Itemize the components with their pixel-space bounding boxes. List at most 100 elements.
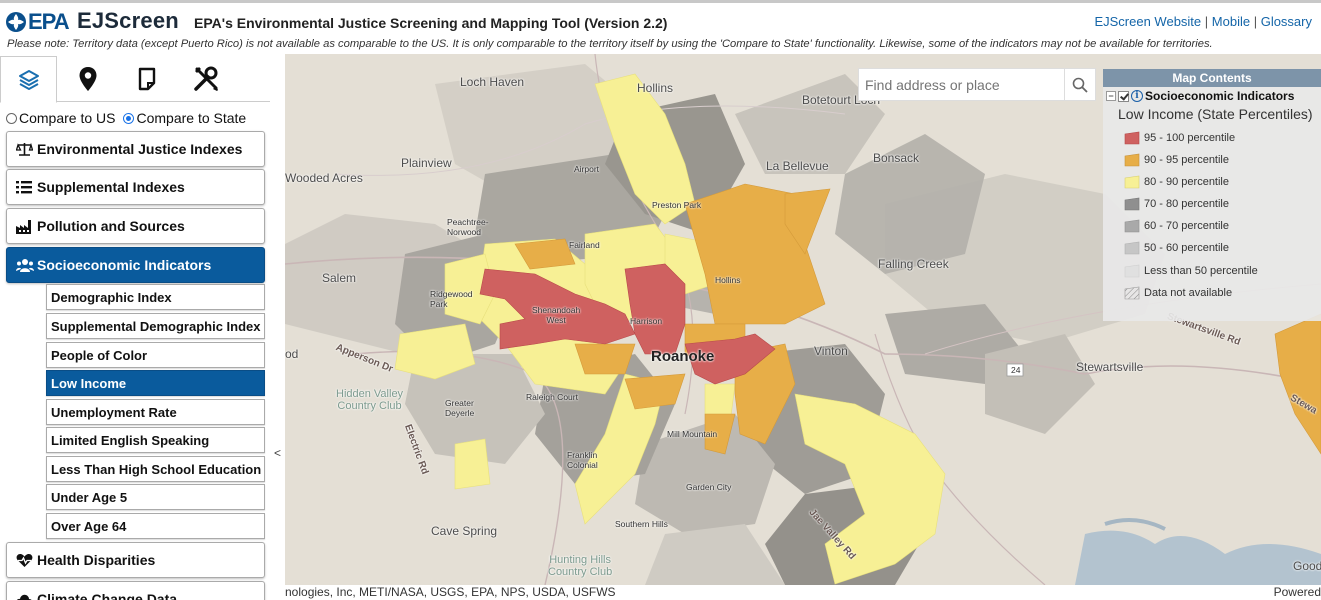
legend-title: Map Contents	[1103, 69, 1321, 87]
menu-environmental-justice-indexes[interactable]: Environmental Justice Indexes	[6, 131, 265, 167]
menu-supplemental-indexes[interactable]: Supplemental Indexes	[6, 169, 265, 205]
menu-label: Climate Change Data	[37, 591, 178, 600]
epa-flower-icon	[6, 12, 26, 32]
submenu-demographic-index[interactable]: Demographic Index	[46, 284, 265, 310]
compare-options: Compare to US Compare to State	[6, 110, 246, 126]
menu-socioeconomic-indicators[interactable]: Socioeconomic Indicators	[6, 247, 265, 283]
submenu-supplemental-demographic-index[interactable]: Supplemental Demographic Index	[46, 313, 265, 339]
collapse-layer-toggle[interactable]: −	[1106, 91, 1116, 101]
tools-icon	[193, 66, 218, 91]
map-label-cave-spring: Cave Spring	[431, 524, 498, 538]
epa-logo-text: EPA	[28, 9, 70, 34]
map-label-mill-mountain: Mill Mountain	[667, 429, 718, 439]
map-label-fairland: Fairland	[569, 240, 600, 250]
list-icon	[16, 180, 34, 194]
submenu-limited-english-speaking[interactable]: Limited English Speaking	[46, 427, 265, 453]
legend-item: 80 - 90 percentile	[1124, 175, 1229, 189]
legend-label: 90 - 95 percentile	[1144, 154, 1229, 166]
epa-logo[interactable]: EPA	[5, 9, 70, 35]
people-icon	[16, 258, 34, 272]
submenu-unemployment-rate[interactable]: Unemployment Rate	[46, 399, 265, 425]
legend-swatch	[1124, 175, 1140, 189]
map-attribution: nologies, Inc, METI/NASA, USGS, EPA, NPS…	[285, 585, 1321, 600]
map-label-franklin-colonial: Franklin Colonial	[567, 450, 598, 470]
legend-subtitle: Low Income (State Percentiles)	[1118, 106, 1313, 122]
map-view[interactable]: Loch Haven Hollins Botetourt Loch Plainv…	[285, 54, 1321, 585]
legend-label: 50 - 60 percentile	[1144, 242, 1229, 254]
legend-swatch	[1124, 153, 1140, 167]
compare-state-label[interactable]: Compare to State	[136, 110, 246, 126]
map-label-peachtree: Peachtree- Norwood	[447, 217, 489, 237]
app-name: EJScreen	[77, 8, 179, 33]
legend-item: Less than 50 percentile	[1124, 264, 1258, 278]
search-icon	[1072, 77, 1088, 93]
tab-reports[interactable]	[118, 56, 175, 102]
mobile-link[interactable]: Mobile	[1212, 14, 1250, 29]
submenu-less-than-high-school[interactable]: Less Than High School Education	[46, 456, 265, 482]
ejscreen-website-link[interactable]: EJScreen Website	[1094, 14, 1201, 29]
submenu-people-of-color[interactable]: People of Color	[46, 342, 265, 368]
glossary-link[interactable]: Glossary	[1261, 14, 1312, 29]
map-label-hidden-valley: Hidden Valley Country Club	[336, 388, 404, 412]
map-label-shenandoah-west: Shenandoah West	[532, 305, 581, 325]
map-pin-icon	[79, 67, 96, 91]
map-label-plainview: Plainview	[401, 156, 452, 170]
route-24-shield: 24	[1011, 365, 1021, 375]
search-box	[858, 68, 1096, 101]
menu-climate-change-data[interactable]: Climate Change Data	[6, 581, 265, 600]
legend-item: Data not available	[1124, 286, 1232, 300]
submenu-low-income[interactable]: Low Income	[46, 370, 265, 396]
legend-item: 70 - 80 percentile	[1124, 197, 1229, 211]
legend-layer-name: Socioeconomic Indicators	[1145, 89, 1295, 103]
legend-swatch	[1124, 131, 1140, 145]
map-label-garden-city: Garden City	[686, 482, 732, 492]
cloud-icon	[16, 593, 34, 600]
menu-label: Environmental Justice Indexes	[37, 141, 243, 157]
submenu-under-age-5[interactable]: Under Age 5	[46, 484, 265, 510]
header: EPA EJScreen EPA's Environmental Justice…	[0, 3, 1321, 36]
tab-layers[interactable]	[0, 56, 57, 103]
menu-label: Health Disparities	[37, 552, 156, 568]
menu-label: Pollution and Sources	[37, 218, 185, 234]
tab-location[interactable]	[59, 56, 116, 102]
legend-label: Data not available	[1144, 287, 1233, 299]
map-label-bonsack: Bonsack	[873, 151, 920, 165]
compare-us-label[interactable]: Compare to US	[19, 110, 115, 126]
compare-state-radio[interactable]	[123, 112, 135, 124]
legend-swatch	[1124, 219, 1140, 233]
tab-tools[interactable]	[177, 56, 234, 102]
legend-item: 60 - 70 percentile	[1124, 219, 1229, 233]
legend-swatch	[1124, 286, 1140, 300]
map-label-od: od	[285, 347, 299, 361]
search-input[interactable]	[859, 69, 1065, 100]
info-icon[interactable]: i	[1131, 90, 1143, 102]
map-label-salem: Salem	[322, 271, 357, 285]
legend-swatch	[1124, 241, 1140, 255]
menu-label: Socioeconomic Indicators	[37, 257, 212, 273]
map-label-hunting-hills: Hunting Hills Country Club	[548, 554, 613, 578]
compare-us-radio[interactable]	[6, 112, 17, 124]
map-label-preston-park: Preston Park	[652, 200, 702, 210]
document-icon	[138, 67, 155, 91]
scale-icon	[16, 142, 34, 157]
map-label-falling-creek: Falling Creek	[878, 257, 949, 271]
map-label-vinton: Vinton	[814, 344, 848, 358]
layers-icon	[18, 69, 39, 90]
factory-icon	[16, 219, 34, 234]
powered-by-text[interactable]: Powered	[1274, 585, 1321, 599]
attribution-text: nologies, Inc, METI/NASA, USGS, EPA, NPS…	[285, 585, 616, 599]
submenu-over-age-64[interactable]: Over Age 64	[46, 513, 265, 539]
map-label-goodview: Goodvi	[1293, 559, 1321, 573]
menu-pollution-and-sources[interactable]: Pollution and Sources	[6, 208, 265, 244]
map-contents-legend: Map Contents − i Socioeconomic Indicator…	[1103, 69, 1321, 321]
legend-swatch	[1124, 197, 1140, 211]
collapse-sidebar-button[interactable]: <	[274, 446, 281, 460]
heart-pulse-icon	[16, 553, 34, 568]
menu-health-disparities[interactable]: Health Disparities	[6, 542, 265, 578]
map-label-ridgewood-park: Ridgewood Park	[430, 289, 473, 309]
menu-label: Supplemental Indexes	[37, 179, 185, 195]
sidebar: Compare to US Compare to State Environme…	[0, 54, 285, 600]
search-button[interactable]	[1064, 69, 1095, 100]
legend-label: 60 - 70 percentile	[1144, 220, 1229, 232]
layer-visibility-checkbox[interactable]	[1118, 90, 1129, 102]
